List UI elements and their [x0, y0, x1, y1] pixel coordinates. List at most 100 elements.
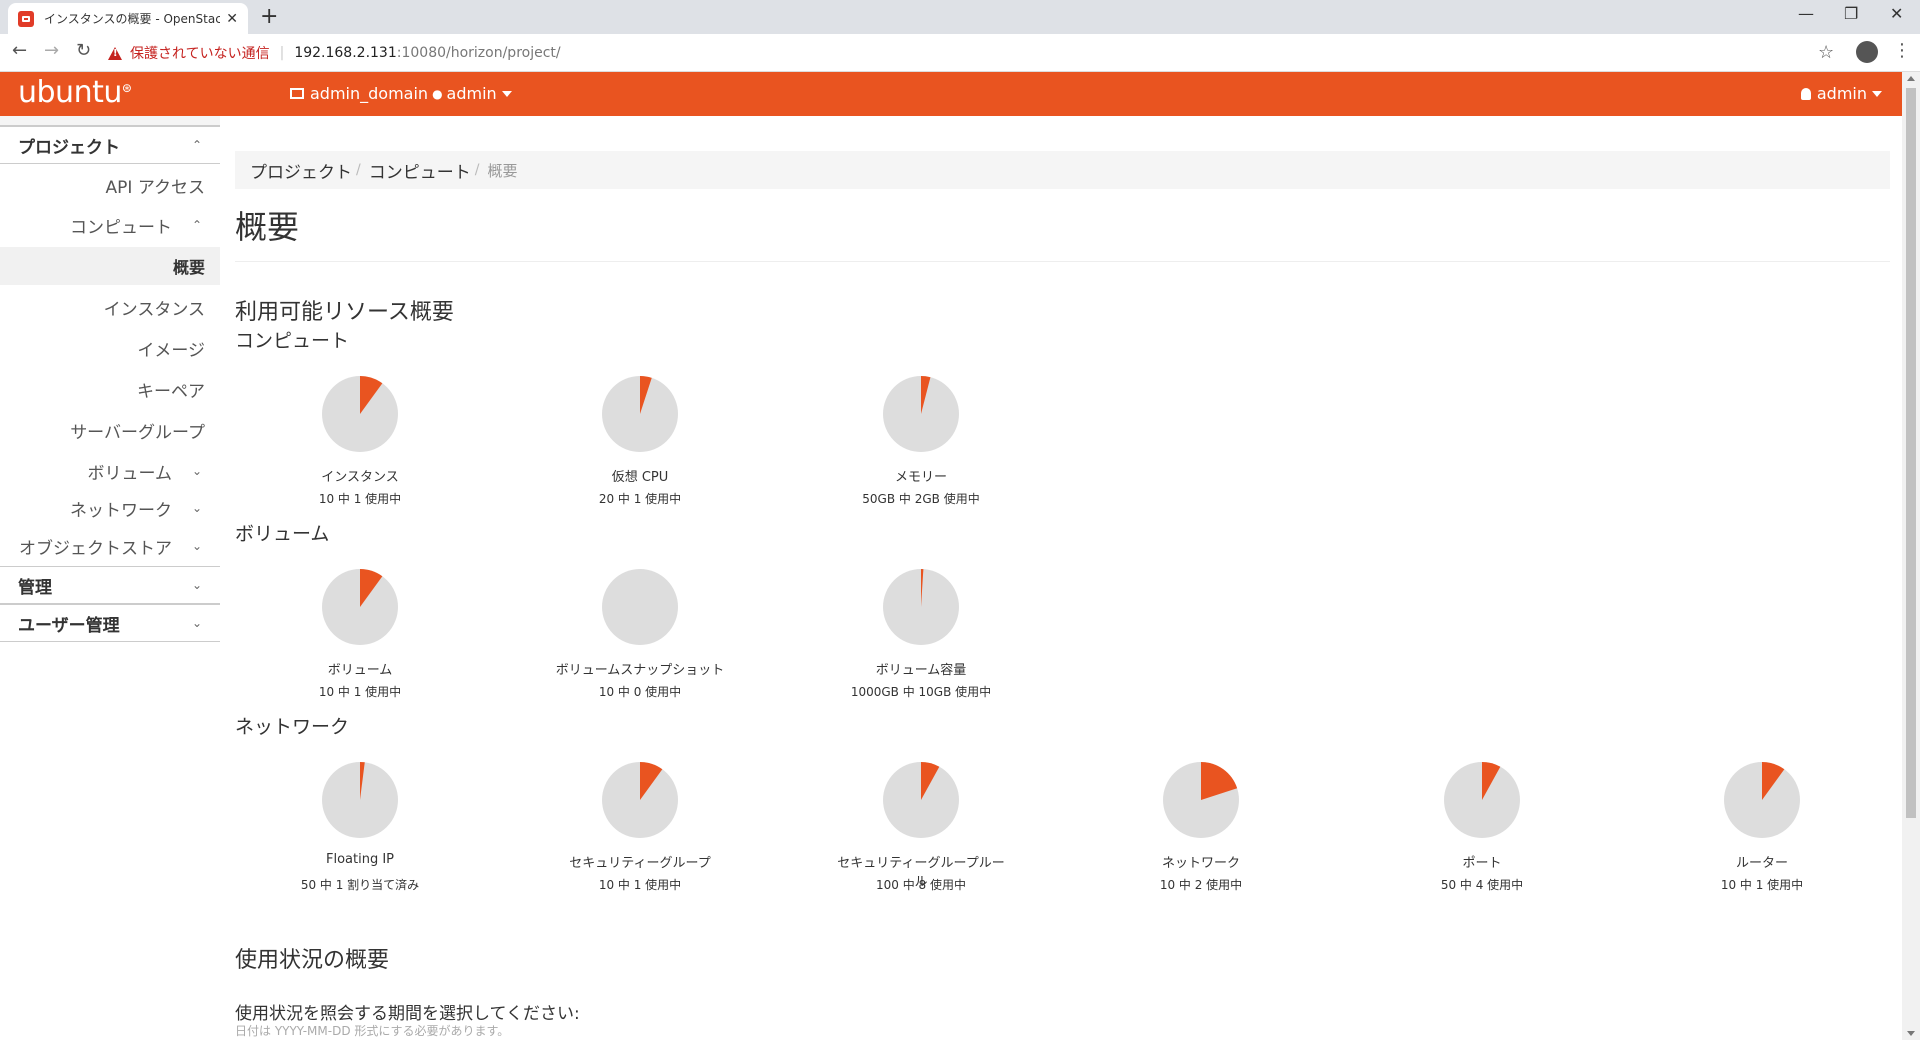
caret-down-icon	[501, 90, 512, 97]
pie-label: インスタンス	[321, 470, 399, 485]
sidebar-group-volumes[interactable]: ボリューム ⌄	[0, 453, 220, 489]
pie-label: 仮想 CPU	[611, 470, 669, 485]
sidebar-group-label: コンピュート	[70, 217, 172, 238]
pie-chart	[322, 569, 398, 645]
pie-usage: 10 中 1 使用中	[1720, 878, 1804, 892]
sidebar-group-label: オブジェクトストア	[19, 538, 172, 559]
url-host: 192.168.2.131	[294, 45, 397, 61]
pie-label: ルーター	[1735, 856, 1788, 871]
page-scrollbar[interactable]	[1902, 72, 1920, 1040]
project-context-dropdown[interactable]: admin_domain ● admin	[290, 84, 512, 103]
openstack-favicon-icon	[18, 10, 34, 27]
sidebar-item-label: キーペア	[137, 381, 205, 402]
pie-instances: インスタンス 10 中 1 使用中	[270, 374, 450, 507]
chevron-down-icon: ⌄	[192, 464, 203, 478]
pie-ram: メモリー 50GB 中 2GB 使用中	[831, 374, 1011, 507]
pie-chart	[883, 762, 959, 838]
restore-icon[interactable]: ❐	[1844, 4, 1858, 23]
browser-toolbar: ← → ↻ 保護されていない通信 | 192.168.2.131 :10080/…	[0, 34, 1920, 72]
pie-chart	[602, 569, 678, 645]
address-bar[interactable]: 保護されていない通信 | 192.168.2.131 :10080/horizo…	[108, 38, 1778, 68]
sidebar-group-network[interactable]: ネットワーク ⌄	[0, 490, 220, 526]
bookmark-star-icon[interactable]: ☆	[1818, 42, 1834, 63]
warning-icon	[108, 46, 122, 60]
pie-label: ボリュームスナップショット	[555, 663, 725, 678]
usage-summary-title: 使用状況の概要	[235, 948, 390, 973]
sidebar-group-label: ネットワーク	[70, 500, 172, 521]
period-label: 使用状況を照会する期間を選択してください:	[235, 1004, 580, 1024]
sidebar-item-instances[interactable]: インスタンス	[0, 288, 220, 326]
pie-security-group-rules: セキュリティーグループルール 100 中 8 使用中	[831, 760, 1011, 893]
pie-chart	[883, 376, 959, 452]
scrollbar-thumb[interactable]	[1906, 88, 1916, 818]
scroll-up-arrow-icon[interactable]	[1907, 76, 1915, 81]
sidebar-section-label: プロジェクト	[18, 137, 120, 158]
caret-down-icon	[1872, 90, 1882, 97]
sidebar-item-overview[interactable]: 概要	[0, 247, 220, 285]
tab-close-icon[interactable]: ✕	[226, 11, 238, 27]
pie-label: メモリー	[894, 470, 947, 485]
back-arrow-icon[interactable]: ←	[12, 40, 27, 61]
chevron-up-icon: ⌃	[191, 138, 202, 152]
compute-group-title: コンピュート	[235, 330, 350, 352]
sidebar-item-label: イメージ	[137, 340, 205, 361]
chevron-down-icon: ⌄	[191, 616, 202, 630]
window-close-icon[interactable]: ✕	[1890, 4, 1903, 23]
sidebar-section-admin[interactable]: 管理 ⌄	[0, 566, 220, 604]
pie-networks: ネットワーク 10 中 2 使用中	[1111, 760, 1291, 893]
sidebar-item-server-groups[interactable]: サーバーグループ	[0, 411, 220, 449]
circle-of-friends-icon: ⊛	[121, 81, 132, 95]
separator-dot: ●	[432, 86, 443, 101]
project-icon	[290, 88, 304, 99]
sidebar-item-images[interactable]: イメージ	[0, 329, 220, 367]
pie-usage: 10 中 1 使用中	[318, 685, 402, 699]
pie-usage: 20 中 1 使用中	[598, 492, 682, 506]
pie-label: ボリューム容量	[875, 663, 967, 678]
chevron-down-icon: ⌄	[191, 578, 202, 592]
scroll-down-arrow-icon[interactable]	[1907, 1031, 1915, 1036]
pie-chart	[1163, 762, 1239, 838]
ubuntu-logo[interactable]: ubuntu⊛	[18, 75, 132, 110]
menu-kebab-icon[interactable]: ⋮	[1893, 40, 1911, 61]
new-tab-button[interactable]: +	[260, 4, 278, 30]
sidebar-section-project[interactable]: プロジェクト ⌃	[0, 126, 220, 164]
breadcrumb-project[interactable]: プロジェクト	[250, 158, 352, 183]
pie-label: ボリューム	[327, 663, 393, 678]
pie-usage: 10 中 0 使用中	[598, 685, 682, 699]
minimize-icon[interactable]: —	[1798, 4, 1814, 23]
pie-usage: 1000GB 中 10GB 使用中	[850, 685, 992, 699]
sidebar-section-identity[interactable]: ユーザー管理 ⌄	[0, 604, 220, 642]
breadcrumb-separator: /	[474, 162, 480, 178]
user-menu-dropdown[interactable]: admin	[1800, 84, 1882, 103]
pie-security-groups: セキュリティーグループ 10 中 1 使用中	[550, 760, 730, 893]
forward-arrow-icon[interactable]: →	[44, 40, 59, 61]
pie-chart	[602, 376, 678, 452]
pie-chart	[883, 569, 959, 645]
pie-vcpus: 仮想 CPU 20 中 1 使用中	[550, 374, 730, 507]
pie-usage: 50 中 1 割り当て済み	[300, 878, 420, 892]
pie-label: Floating IP	[325, 852, 394, 867]
sidebar-item-label: 概要	[172, 258, 205, 277]
reload-icon[interactable]: ↻	[76, 40, 91, 61]
pie-label: ポート	[1462, 856, 1502, 871]
url-path: :10080/horizon/project/	[396, 45, 561, 61]
insecure-label[interactable]: 保護されていない通信	[130, 43, 270, 63]
sidebar-item-keypairs[interactable]: キーペア	[0, 370, 220, 408]
sidebar-group-compute[interactable]: コンピュート ⌃	[0, 207, 220, 243]
pie-chart	[1724, 762, 1800, 838]
breadcrumb-compute[interactable]: コンピュート	[369, 158, 471, 183]
pie-volumes: ボリューム 10 中 1 使用中	[270, 567, 450, 700]
browser-tab[interactable]: インスタンスの概要 - OpenStack Da ✕	[8, 3, 248, 34]
pie-routers: ルーター 10 中 1 使用中	[1672, 760, 1852, 893]
sidebar-group-object-store[interactable]: オブジェクトストア ⌄	[0, 528, 220, 564]
pie-usage: 100 中 8 使用中	[876, 878, 966, 892]
account-icon[interactable]	[1856, 41, 1878, 63]
breadcrumb: プロジェクト / コンピュート / 概要	[235, 151, 1890, 189]
pie-volume-storage: ボリューム容量 1000GB 中 10GB 使用中	[831, 567, 1011, 700]
sidebar-item-api-access[interactable]: API アクセス	[0, 166, 220, 204]
sidebar-group-label: ボリューム	[87, 463, 173, 484]
pie-snapshots: ボリュームスナップショット 10 中 0 使用中	[550, 567, 730, 700]
pie-ports: ポート 50 中 4 使用中	[1392, 760, 1572, 893]
sidebar: プロジェクト ⌃ API アクセス コンピュート ⌃ 概要 インスタンス イメー…	[0, 116, 220, 1040]
breadcrumb-current: 概要	[487, 161, 518, 180]
